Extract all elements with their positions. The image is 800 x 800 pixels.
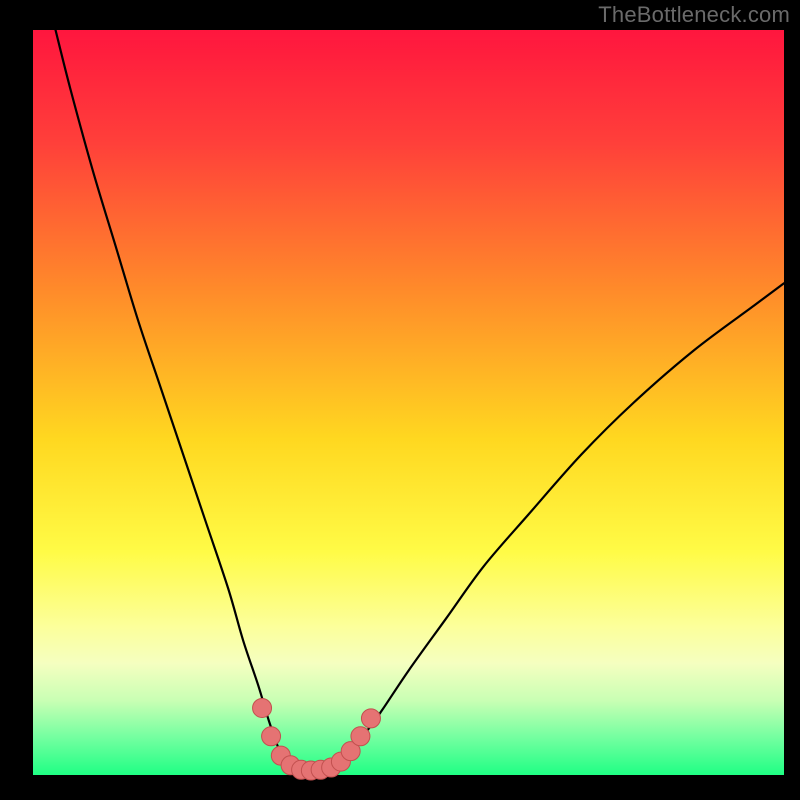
marker-dot <box>253 698 272 717</box>
marker-dot <box>262 727 281 746</box>
marker-dot <box>361 709 380 728</box>
chart-canvas <box>0 0 800 800</box>
plot-background <box>33 30 784 775</box>
marker-dot <box>351 727 370 746</box>
watermark-text: TheBottleneck.com <box>598 2 790 28</box>
black-frame: TheBottleneck.com <box>0 0 800 800</box>
